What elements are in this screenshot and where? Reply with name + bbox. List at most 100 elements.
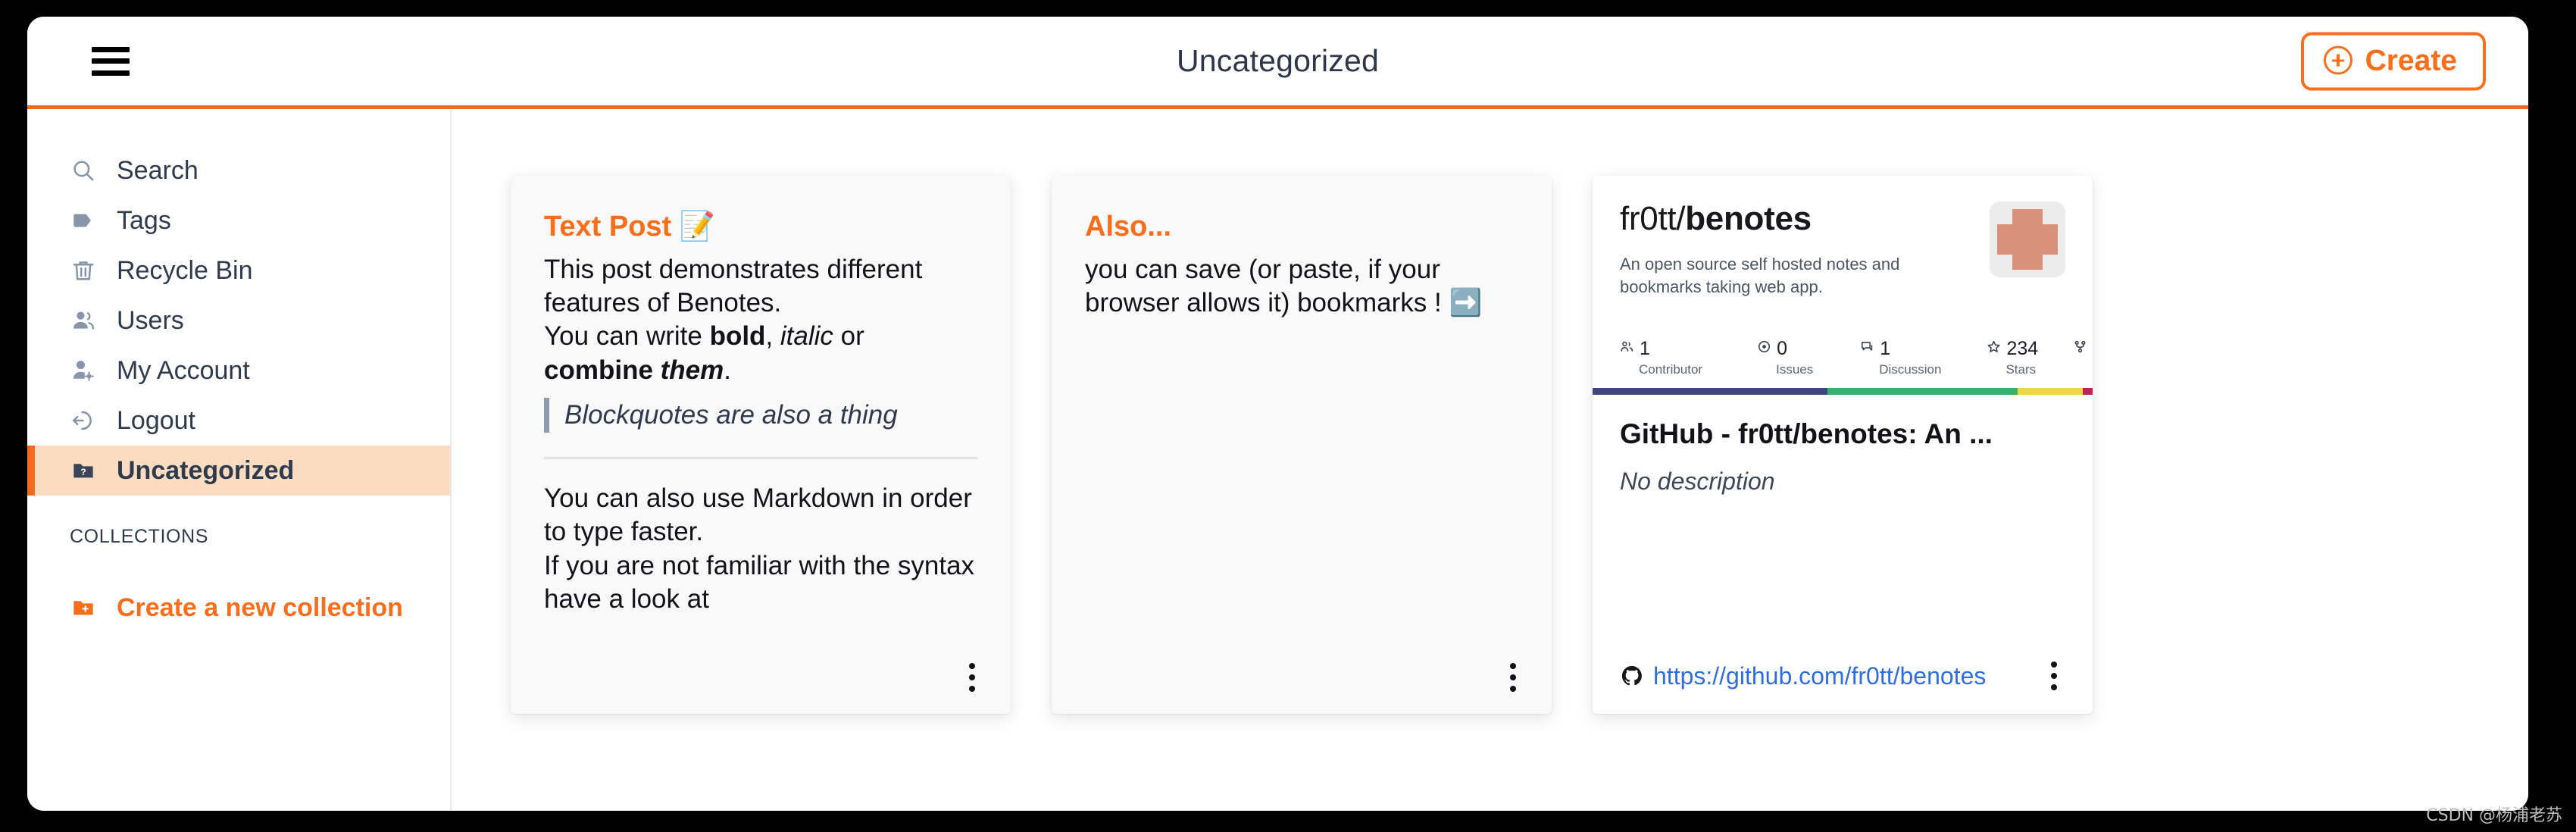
logout-icon: [70, 407, 97, 434]
repo-name: fr0tt/benotes: [1620, 200, 1946, 237]
watermark: CSDN @杨浦老苏: [2426, 806, 2562, 825]
repo-description: An open source self hosted notes and boo…: [1620, 255, 1900, 296]
user-gear-icon: [70, 357, 97, 384]
language-segment: [1827, 387, 2018, 395]
sidebar-item-my-account[interactable]: My Account: [27, 346, 450, 396]
create-new-collection-button[interactable]: Create a new collection: [27, 583, 450, 633]
tag-icon: [70, 207, 97, 234]
card-grid: Text Post 📝 This post demonstrates diffe…: [511, 176, 2528, 714]
repo-owner: fr0tt/: [1620, 200, 1686, 237]
bookmark-body: GitHub - fr0tt/benotes: An ... No descri…: [1593, 395, 2093, 496]
sidebar-item-search[interactable]: Search: [27, 145, 450, 195]
note-divider: [544, 456, 977, 459]
contributors-icon: [1620, 339, 1634, 358]
stat-issues: 0 Issues: [1757, 338, 1813, 377]
stat-label: Stars: [2005, 361, 2037, 377]
github-icon: [1620, 664, 1644, 688]
sidebar-item-label: Logout: [117, 405, 195, 435]
bookmark-preview-text: fr0tt/benotes An open source self hosted…: [1620, 200, 1946, 299]
stat-discussion: 1 Discussion: [1860, 338, 1941, 377]
bookmark-url-link[interactable]: https://github.com/fr0tt/benotes: [1653, 662, 1986, 690]
more-vertical-icon[interactable]: [1500, 661, 1526, 694]
sidebar-item-label: Recycle Bin: [117, 255, 253, 285]
sidebar-item-uncategorized[interactable]: ? Uncategorized: [27, 446, 450, 496]
star-icon: [1987, 339, 2001, 358]
more-vertical-icon[interactable]: [2041, 661, 2067, 691]
note-body: you can save (or paste, if your browser …: [1085, 253, 1518, 321]
stat-stars: 234 Stars: [1987, 338, 2038, 377]
language-segment: [2082, 387, 2093, 395]
trash-icon: [70, 257, 97, 284]
sidebar-item-tags[interactable]: Tags: [27, 195, 450, 246]
note-title: Also...: [1085, 211, 1172, 242]
note-card-content: Text Post 📝 This post demonstrates diffe…: [511, 176, 1011, 617]
repo-stats: 1 Contributor 0 Issues 1 Discussion 234 …: [1620, 338, 2093, 388]
note-line-text: you can save (or paste, if your browser …: [1085, 254, 1442, 317]
note-body: This post demonstrates different feature…: [544, 253, 977, 388]
note-line: If you are not familiar with the syntax …: [544, 550, 975, 615]
note-body-after-rule: You can also use Markdown in order to ty…: [544, 482, 977, 617]
app-window: Uncategorized Create Search Tags Recycle…: [27, 17, 2528, 811]
note-line: you can save (or paste, if your browser …: [1085, 253, 1518, 321]
stat-value: 0: [1777, 337, 1788, 359]
note-blockquote: Blockquotes are also a thing: [544, 398, 977, 433]
stat-value-row: 1: [1620, 338, 1650, 360]
note-card-content: Also... you can save (or paste, if your …: [1052, 176, 1552, 320]
body-row: Search Tags Recycle Bin Users My Account…: [27, 109, 2528, 811]
note-line-rich: You can write bold, italic or combine th…: [544, 321, 864, 385]
issue-icon: [1757, 339, 1771, 358]
sidebar-item-label: Uncategorized: [117, 455, 295, 485]
sidebar-item-users[interactable]: Users: [27, 296, 450, 346]
plus-circle-icon: [2323, 45, 2352, 75]
sidebar-item-label: My Account: [117, 355, 250, 385]
stat-label: Contributor: [1639, 361, 1703, 377]
svg-text:?: ?: [80, 467, 86, 477]
note-title: Text Post 📝: [544, 209, 977, 246]
stat-label: Issues: [1776, 361, 1814, 377]
stat-forks: 17 Forks: [2073, 338, 2093, 377]
stat-value-row: 234: [1987, 338, 2038, 360]
stat-value: 234: [2006, 337, 2039, 359]
memo-emoji-icon: 📝: [679, 211, 716, 242]
more-vertical-icon[interactable]: [959, 661, 985, 694]
stat-value-row: 17: [2073, 338, 2093, 360]
stat-value: 1: [1640, 337, 1650, 359]
top-bar: Uncategorized Create: [27, 17, 2528, 109]
note-card-text-post[interactable]: Text Post 📝 This post demonstrates diffe…: [511, 176, 1011, 714]
search-icon: [70, 157, 97, 184]
note-card-also[interactable]: Also... you can save (or paste, if your …: [1052, 176, 1552, 714]
identicon-avatar: [1990, 202, 2065, 277]
bookmark-title: GitHub - fr0tt/benotes: An ...: [1620, 418, 1993, 449]
sidebar-item-logout[interactable]: Logout: [27, 396, 450, 446]
language-segment: [1593, 387, 1828, 395]
create-new-collection-label: Create a new collection: [117, 593, 403, 622]
page-title: Uncategorized: [1177, 43, 1379, 78]
language-bar: [1593, 387, 2093, 395]
sidebar-item-label: Users: [117, 305, 184, 335]
bookmark-preview: fr0tt/benotes An open source self hosted…: [1593, 176, 2093, 388]
create-button[interactable]: Create: [2300, 32, 2486, 90]
folder-plus-icon: [70, 594, 97, 621]
repo-title: benotes: [1685, 200, 1812, 237]
sidebar-item-recycle-bin[interactable]: Recycle Bin: [27, 246, 450, 296]
stat-label: Forks: [2092, 362, 2093, 377]
note-line: You can also use Markdown in order to ty…: [544, 483, 972, 547]
note-line: This post demonstrates different feature…: [544, 254, 923, 317]
fork-icon: [2073, 339, 2087, 358]
collections-section-label: COLLECTIONS: [70, 526, 209, 547]
stat-value-row: 0: [1757, 338, 1787, 360]
create-button-label: Create: [2365, 44, 2457, 77]
note-title-text: Text Post: [544, 211, 672, 242]
bookmark-link-row: https://github.com/fr0tt/benotes: [1620, 661, 2067, 691]
users-icon: [70, 307, 97, 334]
stat-value: 1: [1880, 337, 1891, 359]
bookmark-preview-head: fr0tt/benotes An open source self hosted…: [1620, 200, 2065, 299]
sidebar-item-label: Tags: [117, 205, 171, 235]
stat-label: Discussion: [1879, 361, 1942, 377]
discussion-icon: [1860, 339, 1874, 358]
right-arrow-emoji-icon: ➡️: [1449, 287, 1483, 317]
bookmark-card-github[interactable]: fr0tt/benotes An open source self hosted…: [1593, 176, 2093, 714]
stat-value-row: 1: [1860, 338, 1890, 360]
language-segment: [2017, 387, 2083, 395]
stat-contributors: 1 Contributor: [1620, 338, 1702, 377]
